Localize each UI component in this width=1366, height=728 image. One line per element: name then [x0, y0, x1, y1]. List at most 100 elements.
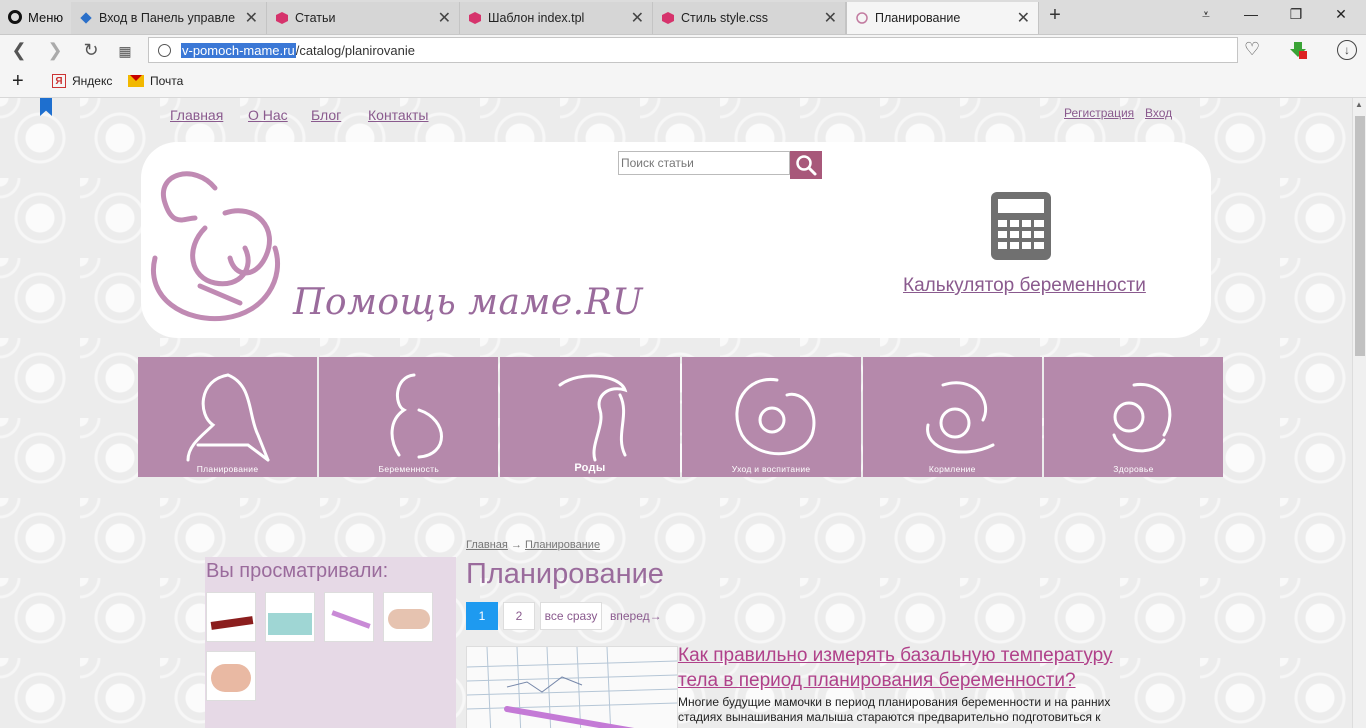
mother-child-site-icon	[856, 12, 868, 24]
tab-articles[interactable]: Статьи ✕	[267, 2, 460, 34]
recent-thumbnail-test[interactable]	[324, 592, 374, 642]
close-tab-icon[interactable]: ✕	[1017, 8, 1030, 28]
breadcrumb-separator: →	[510, 539, 522, 551]
tab-label: Планирование	[875, 11, 961, 25]
next-page-link[interactable]: вперед→	[610, 609, 662, 623]
tab-label: Статьи	[295, 11, 336, 25]
tab-planning[interactable]: Планирование ✕	[846, 2, 1039, 34]
mother-baby-logo-icon[interactable]	[145, 158, 285, 323]
category-feeding[interactable]: Кормление	[862, 357, 1042, 477]
url-host: v-pomoch-mame.ru	[181, 42, 296, 58]
category-bar: Планирование Беременность Роды Уход и во…	[138, 357, 1224, 477]
category-birth[interactable]: Роды	[500, 357, 680, 477]
login-link[interactable]: Вход	[1145, 106, 1172, 120]
url-path: /catalog/planirovanie	[295, 42, 415, 58]
address-bar-row: ❮ ❯ ↻ ▦ v-pomoch-mame.ru /catalog/planir…	[0, 35, 1366, 66]
category-label: Здоровье	[1113, 464, 1154, 474]
tab-index-template[interactable]: Шаблон index.tpl ✕	[460, 2, 653, 34]
category-health[interactable]: Здоровье	[1043, 357, 1224, 477]
mother-holding-baby-icon	[735, 377, 815, 456]
diamond-site-icon	[80, 12, 92, 24]
category-label: Кормление	[928, 464, 976, 474]
mother-child-health-icon	[1112, 383, 1172, 453]
page-title: Планирование	[466, 558, 664, 590]
cube-site-icon	[662, 12, 674, 24]
url-input[interactable]: v-pomoch-mame.ru /catalog/planirovanie	[148, 37, 1238, 63]
recent-thumbnail-belly[interactable]	[206, 651, 256, 701]
close-tab-icon[interactable]: ✕	[245, 8, 258, 28]
feeding-mother-icon	[925, 381, 995, 454]
page-2-button[interactable]: 2	[503, 602, 535, 630]
add-bookmark-icon[interactable]: +	[12, 70, 24, 93]
tab-label: Вход в Панель управле	[99, 11, 236, 25]
yandex-icon: Я	[52, 74, 66, 88]
reload-button[interactable]: ↻	[80, 40, 102, 61]
tab-login-panel[interactable]: Вход в Панель управле ✕	[71, 2, 267, 34]
close-window-button[interactable]: ✕	[1330, 6, 1352, 23]
cube-site-icon	[276, 12, 288, 24]
pregnant-woman-icon	[390, 373, 444, 459]
bookmarks-bar: + Я Яндекс Почта	[0, 66, 1366, 98]
minimize-window-button[interactable]: —	[1240, 6, 1262, 22]
bookmark-flag-icon[interactable]	[40, 98, 52, 116]
opera-menu-button[interactable]: Меню	[0, 0, 70, 34]
download-extension-icon[interactable]	[1288, 40, 1308, 60]
browser-tab-bar: Меню Вход в Панель управле ✕ Статьи ✕ Ша…	[0, 0, 1366, 35]
search-icon	[796, 155, 817, 176]
pregnancy-calculator-link[interactable]: Калькулятор беременности	[903, 275, 1146, 297]
scrollbar-thumb[interactable]	[1355, 116, 1365, 356]
close-tab-icon[interactable]: ✕	[631, 8, 644, 28]
heart-bookmark-icon[interactable]: ♡	[1244, 39, 1260, 60]
forward-button[interactable]: ❯	[44, 40, 66, 61]
close-tab-icon[interactable]: ✕	[438, 8, 451, 28]
tab-menu-icon[interactable]: ⩡	[1195, 6, 1217, 23]
bookmark-yandex[interactable]: Я Яндекс	[52, 74, 112, 88]
bookmark-label: Яндекс	[72, 74, 113, 88]
bookmark-mail[interactable]: Почта	[128, 74, 183, 88]
planning-woman-icon	[186, 373, 270, 462]
category-label: Роды	[574, 462, 606, 474]
menu-label: Меню	[28, 9, 64, 25]
breadcrumb-current[interactable]: Планирование	[525, 539, 600, 551]
nav-home[interactable]: Главная	[170, 107, 223, 123]
close-tab-icon[interactable]: ✕	[824, 8, 837, 28]
recently-viewed-title: Вы просматривали:	[206, 560, 389, 582]
speed-dial-icon[interactable]: ▦	[114, 43, 136, 60]
breadcrumb-home[interactable]: Главная	[466, 539, 508, 551]
recent-thumbnail-woman[interactable]	[383, 592, 433, 642]
opera-logo-icon	[8, 10, 22, 24]
recent-thumbnail-thermometer[interactable]	[206, 592, 256, 642]
nav-about[interactable]: О Нас	[248, 107, 288, 123]
category-label: Беременность	[378, 464, 440, 474]
article-thumbnail[interactable]	[466, 646, 678, 728]
site-header: Поиск статьи Помощь маме.RU Калькулятор …	[141, 142, 1211, 338]
search-input[interactable]: Поиск статьи	[618, 151, 790, 175]
calculator-icon[interactable]	[990, 191, 1052, 261]
woman-silhouette-icon	[558, 374, 628, 462]
show-all-button[interactable]: все сразу	[540, 602, 602, 630]
mail-icon	[128, 75, 144, 87]
article-title-link[interactable]: Как правильно измерять базальную темпера…	[678, 643, 1148, 693]
tab-style-css[interactable]: Стиль style.css ✕	[653, 2, 846, 34]
globe-icon	[158, 43, 171, 57]
maximize-window-button[interactable]: ❐	[1285, 6, 1307, 23]
category-pregnancy[interactable]: Беременность	[319, 357, 499, 477]
bookmark-label: Почта	[150, 74, 184, 88]
thermometer-chart-image	[467, 647, 677, 728]
new-tab-button[interactable]: +	[1044, 4, 1066, 27]
web-page: Главная О Нас Блог Контакты Регистрация …	[0, 98, 1352, 728]
site-title[interactable]: Помощь маме.RU	[293, 282, 643, 323]
nav-blog[interactable]: Блог	[311, 107, 341, 123]
category-planning[interactable]: Планирование	[138, 357, 318, 477]
recent-thumbnail-calculator[interactable]	[265, 592, 315, 642]
page-1-button[interactable]: 1	[466, 602, 498, 630]
back-button[interactable]: ❮	[8, 40, 30, 61]
category-care[interactable]: Уход и воспитание	[681, 357, 861, 477]
page-scrollbar[interactable]: ▲	[1352, 98, 1366, 728]
search-button[interactable]	[790, 151, 822, 179]
downloads-icon[interactable]: ↓	[1337, 40, 1357, 60]
nav-contacts[interactable]: Контакты	[368, 107, 428, 123]
scroll-up-arrow-icon[interactable]: ▲	[1355, 100, 1363, 109]
register-link[interactable]: Регистрация	[1064, 106, 1134, 120]
cube-site-icon	[469, 12, 481, 24]
